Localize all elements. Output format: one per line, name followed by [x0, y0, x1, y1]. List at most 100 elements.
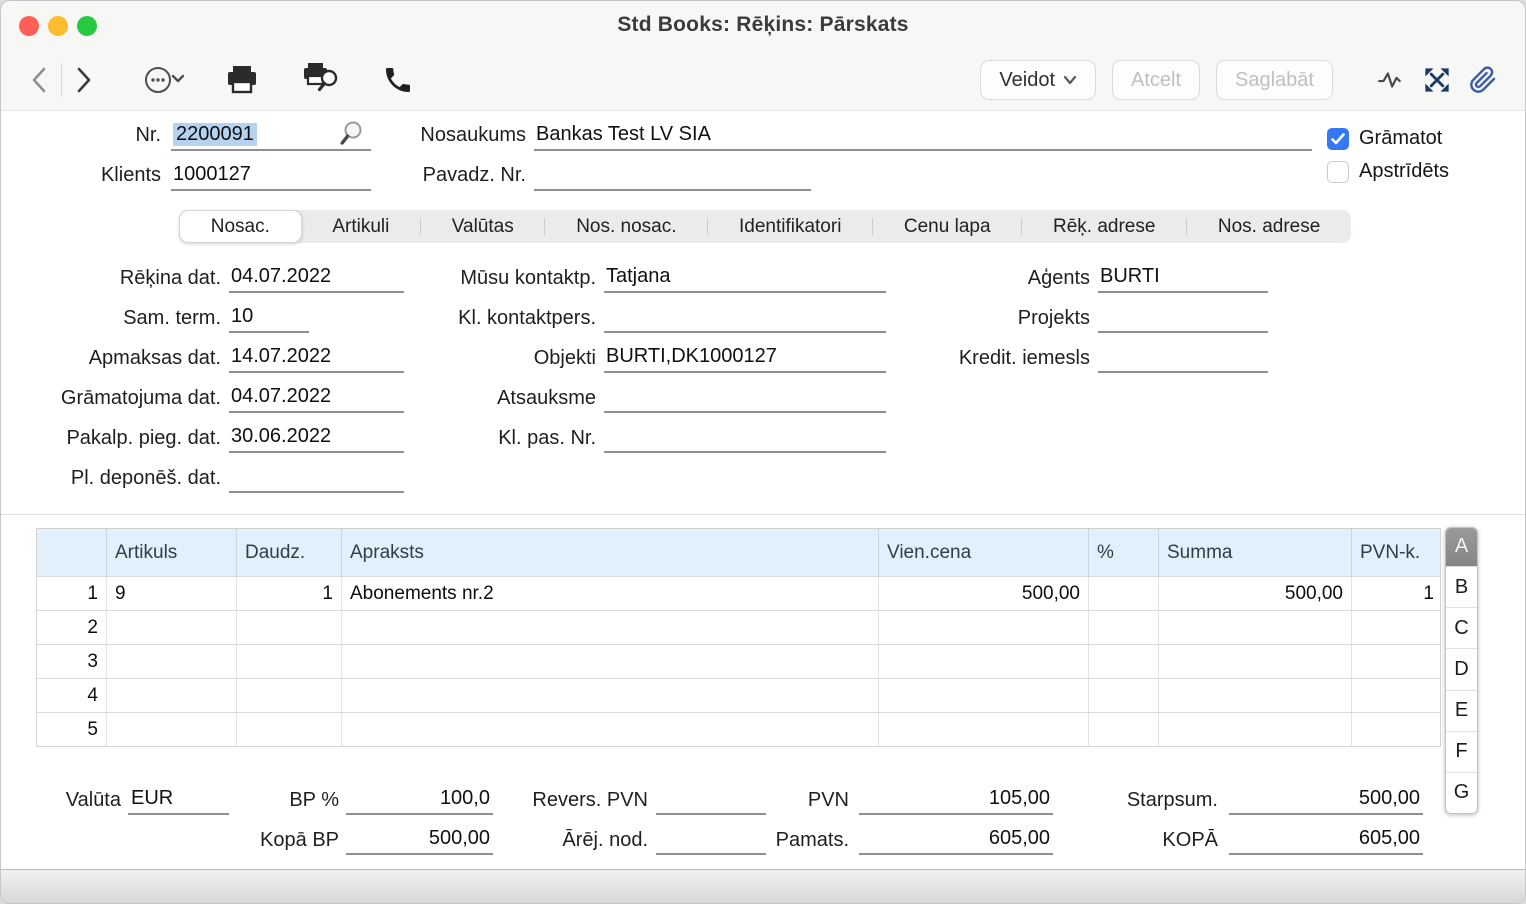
bp-percent-field[interactable]: 100,0 [346, 783, 493, 815]
service-delivery-date-field[interactable]: 30.06.2022 [229, 425, 404, 453]
pct-cell[interactable] [1089, 611, 1159, 644]
record-menu-button[interactable] [144, 60, 184, 100]
tab-nos-adrese[interactable]: Nos. adrese [1187, 210, 1351, 243]
viencena-cell[interactable] [879, 679, 1089, 712]
paste-special-search-icon[interactable] [339, 120, 365, 148]
daudz-cell[interactable]: 1 [237, 577, 342, 610]
artikuls-cell[interactable] [107, 611, 237, 644]
base-field[interactable]: 605,00 [859, 823, 1053, 855]
forward-button[interactable] [66, 62, 100, 98]
row-number-cell[interactable]: 5 [37, 713, 107, 746]
back-button[interactable] [23, 62, 57, 98]
activity-button[interactable] [1375, 60, 1405, 100]
ok-checkbox-row[interactable]: Grāmatot [1327, 127, 1442, 150]
viencena-cell[interactable] [879, 645, 1089, 678]
status-bar [1, 869, 1525, 903]
row-number-cell[interactable]: 3 [37, 645, 107, 678]
agent-field[interactable]: BURTI [1098, 265, 1268, 293]
name-field[interactable]: Bankas Test LV SIA [534, 119, 1312, 151]
objects-field[interactable]: BURTI,DK1000127 [604, 345, 886, 373]
client-order-number-field[interactable] [604, 448, 886, 453]
artikuls-cell[interactable] [107, 679, 237, 712]
payment-term-field[interactable]: 10 [229, 305, 309, 333]
disputed-checkbox-row[interactable]: Apstrīdēts [1327, 160, 1449, 183]
create-button[interactable]: Veidot [980, 60, 1096, 100]
summa-cell[interactable] [1159, 645, 1352, 678]
tab-identifikatori[interactable]: Identifikatori [708, 210, 872, 243]
pct-cell[interactable] [1089, 577, 1159, 610]
client-field[interactable]: 1000127 [171, 159, 371, 191]
apraksts-cell[interactable] [342, 645, 879, 678]
vat-value: 105,00 [989, 787, 1050, 810]
tab-nosac[interactable]: Nosac. [179, 210, 302, 243]
daudz-cell[interactable] [237, 611, 342, 644]
flip-tab-e[interactable]: E [1446, 690, 1477, 731]
invoice-number-field[interactable]: 2200091 [171, 119, 371, 151]
print-preview-button[interactable] [300, 60, 342, 100]
invoice-date-field[interactable]: 04.07.2022 [229, 265, 404, 293]
row-number-cell[interactable]: 1 [37, 577, 107, 610]
save-button[interactable]: Saglabāt [1216, 60, 1333, 100]
tab-artikuli[interactable]: Artikuli [302, 210, 420, 243]
viencena-cell[interactable] [879, 611, 1089, 644]
apraksts-cell[interactable] [342, 713, 879, 746]
artikuls-cell[interactable] [107, 645, 237, 678]
cancel-button[interactable]: Atcelt [1112, 60, 1200, 100]
subtotal-value: 500,00 [1359, 787, 1420, 810]
tab-nos-nosac[interactable]: Nos. nosac. [545, 210, 707, 243]
summa-cell[interactable] [1159, 713, 1352, 746]
tab-rek-adrese[interactable]: Rēķ. adrese [1022, 210, 1186, 243]
phone-button[interactable] [382, 60, 414, 100]
artikuls-cell[interactable]: 9 [107, 577, 237, 610]
our-contact-field[interactable]: Tatjana [604, 265, 886, 293]
pct-cell[interactable] [1089, 713, 1159, 746]
due-date-field[interactable]: 14.07.2022 [229, 345, 404, 373]
currency-field[interactable]: EUR [128, 783, 229, 815]
daudz-cell[interactable] [237, 713, 342, 746]
ok-checkbox[interactable] [1327, 128, 1349, 150]
flip-tab-d[interactable]: D [1446, 648, 1477, 689]
planned-deposit-date-field[interactable] [229, 488, 404, 493]
artikuls-cell[interactable] [107, 713, 237, 746]
reference-field[interactable] [604, 408, 886, 413]
viencena-cell[interactable] [879, 713, 1089, 746]
row-number-cell[interactable]: 2 [37, 611, 107, 644]
project-field[interactable] [1098, 328, 1268, 333]
tab-cenu-lapa[interactable]: Cenu lapa [873, 210, 1021, 243]
waybill-field[interactable] [534, 159, 811, 191]
apraksts-cell[interactable] [342, 611, 879, 644]
pct-cell[interactable] [1089, 645, 1159, 678]
vat-field[interactable]: 105,00 [859, 783, 1053, 815]
viencena-cell[interactable]: 500,00 [879, 577, 1089, 610]
flip-tab-f[interactable]: F [1446, 731, 1477, 772]
pct-cell[interactable] [1089, 679, 1159, 712]
pvnk-cell[interactable] [1352, 645, 1442, 678]
summa-cell[interactable]: 500,00 [1159, 577, 1352, 610]
flip-tab-g[interactable]: G [1446, 772, 1477, 813]
daudz-cell[interactable] [237, 679, 342, 712]
summa-cell[interactable] [1159, 611, 1352, 644]
expand-button[interactable] [1423, 60, 1451, 100]
summa-cell[interactable] [1159, 679, 1352, 712]
grand-total-field[interactable]: 605,00 [1229, 823, 1423, 855]
transaction-date-field[interactable]: 04.07.2022 [229, 385, 404, 413]
pvnk-cell[interactable] [1352, 713, 1442, 746]
tab-valutas[interactable]: Valūtas [421, 210, 544, 243]
pvnk-cell[interactable]: 1 [1352, 577, 1442, 610]
flip-tab-b[interactable]: B [1446, 566, 1477, 607]
flip-tab-a[interactable]: A [1446, 528, 1477, 566]
apraksts-cell[interactable]: Abonements nr.2 [342, 577, 879, 610]
subtotal-field[interactable]: 500,00 [1229, 783, 1423, 815]
disputed-checkbox[interactable] [1327, 161, 1349, 183]
total-bp-field[interactable]: 500,00 [346, 823, 493, 855]
daudz-cell[interactable] [237, 645, 342, 678]
pvnk-cell[interactable] [1352, 611, 1442, 644]
credit-reason-field[interactable] [1098, 368, 1268, 373]
apraksts-cell[interactable] [342, 679, 879, 712]
row-number-cell[interactable]: 4 [37, 679, 107, 712]
print-button[interactable] [224, 60, 260, 100]
flip-tab-c[interactable]: C [1446, 607, 1477, 648]
attachments-button[interactable] [1469, 60, 1497, 100]
pvnk-cell[interactable] [1352, 679, 1442, 712]
client-contact-field[interactable] [604, 328, 886, 333]
